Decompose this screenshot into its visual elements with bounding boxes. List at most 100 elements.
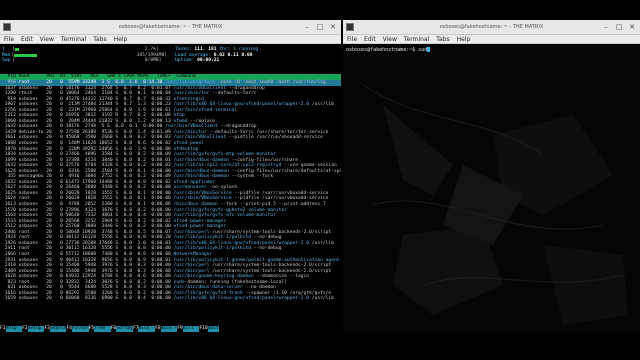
- process-columns: rtkit 20 0 18064 2464 2184 S 0.0 0.1 0:0…: [18, 91, 171, 97]
- process-binary: /usr/lib/policykit-1/polkitd: [173, 246, 251, 252]
- process-pid: 1627: [2, 185, 16, 191]
- maximize-icon[interactable]: □: [316, 23, 324, 31]
- fkey-f5[interactable]: F5 Tree: [88, 326, 111, 332]
- menu-terminal[interactable]: Terminal: [61, 36, 86, 43]
- fkey-f3[interactable]: F3 Search: [44, 326, 67, 332]
- process-columns: osboxes 20 0 148M 11628 10652 S 0.0 0.6 …: [18, 141, 171, 147]
- process-columns: osboxes 20 0 64932 12924 6708 S 0.0 0.6 …: [18, 274, 171, 280]
- right-menubar: File Edit View Terminal Tabs Help: [343, 35, 640, 44]
- maximize-icon[interactable]: □: [615, 23, 623, 31]
- terminal-app-icon: [3, 23, 11, 31]
- cpu-meter-fill: [14, 48, 19, 52]
- process-binary: /usr/lib/x86_64-linux-gnu/xfce4/panel/wr…: [173, 296, 310, 302]
- process-columns: osboxes 20 0 40412 18328 9656 S 0.0 0.9 …: [18, 257, 171, 263]
- minimize-icon[interactable]: –: [602, 23, 610, 31]
- fkey-label: SortBy: [116, 326, 133, 332]
- menu-file[interactable]: File: [4, 36, 14, 43]
- process-pid: 1907: [2, 102, 16, 108]
- close-icon[interactable]: ✕: [329, 23, 337, 31]
- fkey-label: Setup: [27, 326, 45, 332]
- fkey-f9[interactable]: F9 Kill: [177, 326, 200, 332]
- process-command: xfdesktop: [174, 147, 199, 152]
- process-pid: 1661: [2, 135, 16, 141]
- process-args: --no-debug: [250, 235, 282, 241]
- close-icon[interactable]: ✕: [628, 23, 636, 31]
- menu-edit[interactable]: Edit: [21, 36, 33, 43]
- right-window-titlebar[interactable]: osboxes@fakehostname: ~ - THE MATRIX – □…: [343, 20, 640, 35]
- process-command: /usr/sbin/tor --defaults-torrc: [174, 91, 257, 96]
- process-command: xfce4-panel: [174, 141, 204, 146]
- fkey-label: Tree: [94, 326, 111, 332]
- process-args: /usr/share/system-tools-backends-2.0/scr…: [209, 263, 332, 269]
- process-columns: osboxes 20 0 45276 14312 12740 S 0.7 0.7…: [18, 96, 171, 102]
- process-command: htop: [174, 113, 185, 118]
- htop-stats: Tasks: 111, 181 thr; 1 running Load aver…: [175, 47, 340, 64]
- process-columns: osboxes 20 0 18176 2748 5 S 0.0 0.1 0:00…: [18, 124, 163, 130]
- process-columns: osboxes 20 0 18176 3124 2768 S 0.7 0.2 0…: [18, 85, 171, 91]
- menu-edit[interactable]: Edit: [364, 36, 376, 43]
- process-command: /usr/bin/VBoxClient --draganddrop: [165, 124, 256, 129]
- process-command: /usr/lib/policykit-1-gnome/polkit-gnome-…: [174, 258, 341, 263]
- fkey-number: F10: [199, 326, 208, 332]
- fkey-f8[interactable]: F8 Nice +: [155, 326, 178, 332]
- menu-help[interactable]: Help: [114, 36, 128, 43]
- function-key-bar: F1 Help F2 Setup F3 Search F4 Filter F5 Tree F6…: [0, 326, 341, 332]
- process-pid: 1624: [2, 196, 16, 202]
- process-args: --defaults-torrc: [209, 91, 257, 97]
- menu-file[interactable]: File: [347, 36, 357, 43]
- process-pid: 2411: [2, 246, 16, 252]
- process-binary: /bin/dbus-daemon: [173, 202, 218, 208]
- process-args: --draganddrop: [226, 85, 265, 91]
- fkey-f4[interactable]: F4 Filter: [66, 326, 89, 332]
- text-cursor: [427, 47, 431, 52]
- process-binary: /usr/lib/gvfs/gvfs-gphoto2-volume-monito…: [173, 207, 287, 213]
- fkey-f1[interactable]: F1 Help: [0, 326, 23, 332]
- process-pid: 1624: [2, 168, 16, 174]
- process-command: /usr/lib/gvfs/gvfs-mtp-volume-monitor: [174, 152, 276, 157]
- process-binary: /usr/lib/policykit-1/polkitd: [173, 235, 251, 241]
- menu-view[interactable]: View: [383, 36, 397, 43]
- process-args: -no-splash: [206, 185, 238, 191]
- process-binary: /usr/lib/at-spi2-core/at-spi2-registryd: [173, 163, 282, 169]
- fkey-f6[interactable]: F6 SortBy: [110, 326, 133, 332]
- process-columns: osboxes 20 0 66068 8336 6900 S 0.0 0.4 0…: [18, 296, 171, 302]
- process-pid: 2312: [2, 113, 16, 119]
- shell-terminal-window[interactable]: osboxes@fakehostname: ~ - THE MATRIX – □…: [343, 20, 640, 332]
- fkey-f10[interactable]: F10 Quit: [199, 326, 219, 332]
- process-pid: 1613: [2, 202, 16, 208]
- menu-tabs[interactable]: Tabs: [436, 36, 449, 43]
- process-binary: /usr/bin/perl: [173, 268, 210, 274]
- process-args: --fork --print-pid 5 --print-address 7: [217, 202, 326, 208]
- shell-prompt[interactable]: osboxes@fakehostname:~$ sud: [346, 47, 431, 53]
- process-columns: osboxes 20 0 37576 4704 4328 S 0.0 0.2 0…: [18, 163, 171, 169]
- process-columns: root 20 0 55712 18608 7480 S 0.0 0.9 0:0…: [18, 251, 171, 257]
- htop-terminal-window[interactable]: osboxes@fakehostname: ~ - THE MATRIX – □…: [0, 20, 341, 332]
- process-command: /usr/bin/perl /usr/share/system-tools-ba…: [174, 269, 332, 274]
- process-pid: 1931: [2, 257, 16, 263]
- fkey-f7[interactable]: F7 Nice -: [132, 326, 156, 332]
- menu-tabs[interactable]: Tabs: [93, 36, 106, 43]
- process-pid: 2256: [2, 107, 16, 113]
- process-command: /usr/lib/xorg/Xorg -core :0 -seat seat0 …: [165, 80, 325, 85]
- fkey-f2[interactable]: F2 Setup: [22, 326, 45, 332]
- process-pid: 1866: [2, 251, 16, 257]
- process-binary: /usr/bin/xfce4-terminal: [173, 107, 238, 113]
- process-binary: NetworkManager: [173, 251, 213, 257]
- process-columns: osboxes 20 0 4788 2852 2380 S 0.0 0.1 0:…: [18, 202, 171, 208]
- process-args: /usr/lib: [309, 296, 334, 302]
- process-binary: /usr/bin/dbus-daemon: [173, 174, 229, 180]
- process-binary: /usr/sbin/VBoxService: [173, 196, 232, 202]
- left-window-titlebar[interactable]: osboxes@fakehostname: ~ - THE MATRIX – □…: [0, 20, 341, 35]
- process-pid: 1924: [2, 235, 16, 241]
- menu-help[interactable]: Help: [457, 36, 471, 43]
- process-command: /usr/bin/dbus-daemon --system --fork: [174, 174, 274, 179]
- table-row[interactable]: 1659 osboxes 20 0 66068 8336 6900 S 0.0 …: [0, 296, 341, 302]
- menu-view[interactable]: View: [40, 36, 54, 43]
- process-binary: /usr/bin/dbus-daemon: [173, 157, 229, 163]
- process-pid: 1564: [2, 213, 16, 219]
- htop-screen[interactable]: 1 [2.7%] Mem [385/1994MB] Swp [0/0MB] Ta…: [0, 45, 341, 332]
- process-binary: /usr/bin/dbus-data-server: [173, 285, 243, 291]
- menu-terminal[interactable]: Terminal: [404, 36, 429, 43]
- process-table[interactable]: 956 root 20 0 559M 33248 1 S 0.0 1.6 0:1…: [0, 80, 341, 302]
- minimize-icon[interactable]: –: [303, 23, 311, 31]
